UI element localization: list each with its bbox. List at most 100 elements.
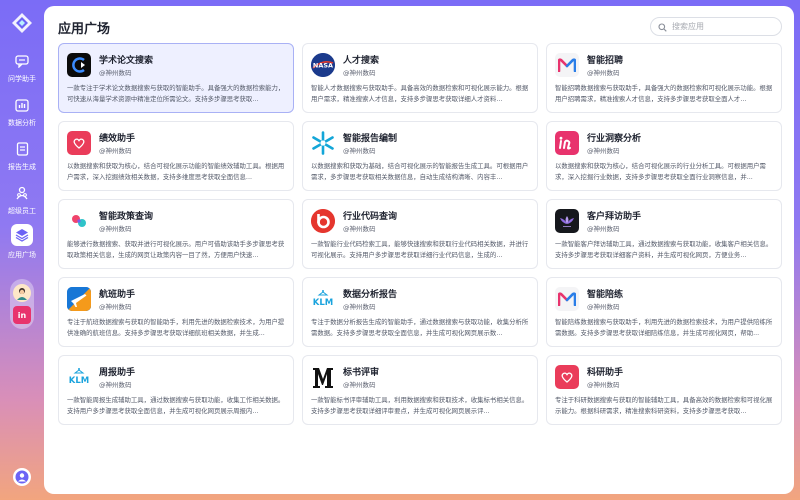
app-desc: 智能招聘数据搜索与获取助手，具备强大的数据检索和可视化展示功能。根据用户招聘需求… (555, 84, 773, 103)
app-card[interactable]: KLM 数据分析报告 @神州数码 专注于数据分析报告生成的智能助手，通过数据搜索… (302, 277, 538, 347)
app-card[interactable]: 绩效助手 @神州数码 以数据搜索和获取为核心，结合可视化展示功能的智能绩效辅助工… (58, 121, 294, 191)
search-input[interactable] (672, 22, 772, 31)
app-desc: 专注于科研数据搜索与获取的智能辅助工具，具备高效的数据检索和可视化展示能力。根据… (555, 396, 773, 415)
svg-text:NASA: NASA (313, 62, 333, 70)
app-org: @神州数码 (99, 147, 132, 155)
app-desc: 一款专注于学术论文数据搜索与获取的智能助手。具备强大的数据检索能力，可快速从海量… (67, 84, 285, 103)
app-desc: 专注于数据分析报告生成的智能助手，通过数据搜索与获取功能，收集分析所需数据。支持… (311, 318, 529, 337)
app-title: 客户拜访助手 (587, 212, 642, 222)
app-org: @神州数码 (587, 303, 620, 311)
app-org: @神州数码 (343, 303, 376, 311)
app-title: 人才搜索 (343, 56, 380, 66)
app-title: 数据分析报告 (343, 290, 398, 300)
document-icon (13, 140, 31, 158)
m-logo-icon (555, 287, 579, 311)
page-title: 应用广场 (58, 22, 111, 37)
app-card[interactable]: 智能报告编制 @神州数码 以数据搜索和获取为基础，结合可视化展示的智能报告生成工… (302, 121, 538, 191)
app-card[interactable]: 科研助手 @神州数码 专注于科研数据搜索与获取的智能辅助工具，具备高效的数据检索… (546, 355, 782, 425)
app-desc: 智能人才数据搜索与获取助手。具备高效的数据检索和可视化展示能力。根据用户需求，精… (311, 84, 529, 103)
app-card[interactable]: KLM 周报助手 @神州数码 一款智能周报生成辅助工具，通过数据搜索与获取功能，… (58, 355, 294, 425)
app-org: @神州数码 (343, 69, 376, 77)
app-desc: 以数据搜索和获取为基础，结合可视化展示的智能报告生成工具。可根据用户需求，多步骤… (311, 162, 529, 181)
app-org: @神州数码 (587, 147, 620, 155)
user-avatar-icon[interactable] (13, 468, 31, 486)
app-card[interactable]: 行业洞察分析 @神州数码 以数据搜索和获取为核心，结合可视化展示的行业分析工具。… (546, 121, 782, 191)
app-org: @神州数码 (587, 69, 620, 77)
invision-logo-icon (555, 131, 579, 155)
klm-logo-icon: KLM (311, 287, 335, 311)
app-card[interactable]: 智能招聘 @神州数码 智能招聘数据搜索与获取助手，具备强大的数据检索和可视化展示… (546, 43, 782, 113)
app-title: 周报助手 (99, 368, 136, 378)
asterisk-logo-icon (311, 131, 335, 155)
plane-logo-icon (67, 287, 91, 311)
app-title: 行业代码查询 (343, 212, 398, 222)
app-logo-icon[interactable] (11, 12, 33, 34)
nasa-logo-icon: NASA (311, 53, 335, 77)
app-title: 智能招聘 (587, 56, 624, 66)
nav-item-app-square[interactable]: 应用广场 (2, 222, 42, 266)
m-logo-icon (555, 53, 579, 77)
app-desc: 专注于航班数据搜索与获取的智能助手，利用先进的数据检索技术，为用户提供准确的航班… (67, 318, 285, 337)
nav-item-report[interactable]: 报告生成 (2, 136, 42, 180)
app-org: @神州数码 (343, 147, 376, 155)
app-org: @神州数码 (343, 381, 376, 389)
app-desc: 以数据搜索和获取为核心，结合可视化展示的行业分析工具。可根据用户需求，深入挖掘行… (555, 162, 766, 181)
nav-label: 问学助手 (8, 75, 36, 83)
app-title: 行业洞察分析 (587, 134, 642, 144)
app-org: @神州数码 (99, 381, 132, 389)
bar-chart-icon (13, 96, 31, 114)
app-desc: 一款智能行业代码检索工具，能够快速搜索和获取行业代码相关数据，并进行可视化展示。… (311, 240, 529, 259)
app-org: @神州数码 (99, 303, 132, 311)
quick-apps: in (10, 279, 34, 329)
app-card[interactable]: 智能陪练 @神州数码 智能陪练数据搜索与获取助手，利用先进的数据检索技术，为用户… (546, 277, 782, 347)
lotus-logo-icon (555, 209, 579, 233)
app-card[interactable]: 航班助手 @神州数码 专注于航班数据搜索与获取的智能助手，利用先进的数据检索技术… (58, 277, 294, 347)
search-box[interactable] (650, 17, 782, 36)
nav-label: 超级员工 (8, 207, 36, 215)
app-desc: 一款智能周报生成辅助工具，通过数据搜索与获取功能，收集工作相关数据。支持用户多步… (67, 396, 285, 415)
heart-shield-logo-icon (67, 131, 91, 155)
nav-item-data-analysis[interactable]: 数据分析 (2, 92, 42, 136)
app-org: @神州数码 (587, 381, 620, 389)
app-card[interactable]: NASA 人才搜索 @神州数码 智能人才数据搜索与获取助手。具备高效的数据检索和… (302, 43, 538, 113)
people-icon (13, 184, 31, 202)
app-org: @神州数码 (587, 225, 620, 233)
app-card[interactable]: 标书评审 @神州数码 一款智能标书评审辅助工具，利用数据搜索和获取技术，收集标书… (302, 355, 538, 425)
app-desc: 一款智能标书评审辅助工具，利用数据搜索和获取技术，收集标书相关信息。支持多步骤思… (311, 396, 529, 415)
app-card[interactable]: 客户拜访助手 @神州数码 一款智能客户拜访辅助工具，通过数据搜索与获取功能，收集… (546, 199, 782, 269)
sidebar: 问学助手 数据分析 报告生成 超级员工 应用广场 in (0, 0, 44, 500)
app-title: 智能陪练 (587, 290, 624, 300)
app-title: 学术论文搜索 (99, 56, 154, 66)
app-desc: 以数据搜索和获取为核心，结合可视化展示功能的智能绩效辅助工具。根据用户需求，深入… (67, 162, 285, 181)
app-grid: 学术论文搜索 @神州数码 一款专注于学术论文数据搜索与获取的智能助手。具备强大的… (58, 43, 782, 425)
nav-label: 数据分析 (8, 119, 36, 127)
app-card[interactable]: 行业代码查询 @神州数码 一款智能行业代码检索工具，能够快速搜索和获取行业代码相… (302, 199, 538, 269)
search-icon (658, 17, 667, 36)
nav-item-wenxue[interactable]: 问学助手 (2, 48, 42, 92)
app-title: 航班助手 (99, 290, 136, 300)
beats-logo-icon (311, 209, 335, 233)
app-title: 智能报告编制 (343, 134, 398, 144)
app-org: @神州数码 (99, 69, 132, 77)
nav-label: 应用广场 (8, 251, 36, 259)
app-title: 智能政策查询 (99, 212, 154, 222)
app-title: 绩效助手 (99, 134, 136, 144)
app-desc: 一款智能客户拜访辅助工具，通过数据搜索与获取功能，收集客户相关信息。支持多步骤思… (555, 240, 773, 259)
klm-logo-icon: KLM (67, 365, 91, 389)
chat-bubble-icon (13, 52, 31, 70)
app-card[interactable]: 学术论文搜索 @神州数码 一款专注于学术论文数据搜索与获取的智能助手。具备强大的… (58, 43, 294, 113)
invision-logo-icon[interactable]: in (13, 306, 31, 324)
m-serif-logo-icon (311, 365, 335, 389)
paper-search-logo-icon (67, 53, 91, 77)
app-org: @神州数码 (99, 225, 132, 233)
app-org: @神州数码 (343, 225, 376, 233)
svg-text:KLM: KLM (69, 376, 89, 386)
layers-icon (11, 224, 33, 246)
nav-label: 报告生成 (8, 163, 36, 171)
app-desc: 能够进行数据搜索、获取并进行可视化展示。用户可借助该助手多步骤思考获取政策相关信… (67, 240, 285, 259)
app-title: 科研助手 (587, 368, 624, 378)
app-card[interactable]: 智能政策查询 @神州数码 能够进行数据搜索、获取并进行可视化展示。用户可借助该助… (58, 199, 294, 269)
avatar-icon[interactable] (13, 284, 31, 302)
app-desc: 智能陪练数据搜索与获取助手，利用先进的数据检索技术，为用户提供陪练所需数据。支持… (555, 318, 773, 337)
nav-item-super-staff[interactable]: 超级员工 (2, 180, 42, 224)
